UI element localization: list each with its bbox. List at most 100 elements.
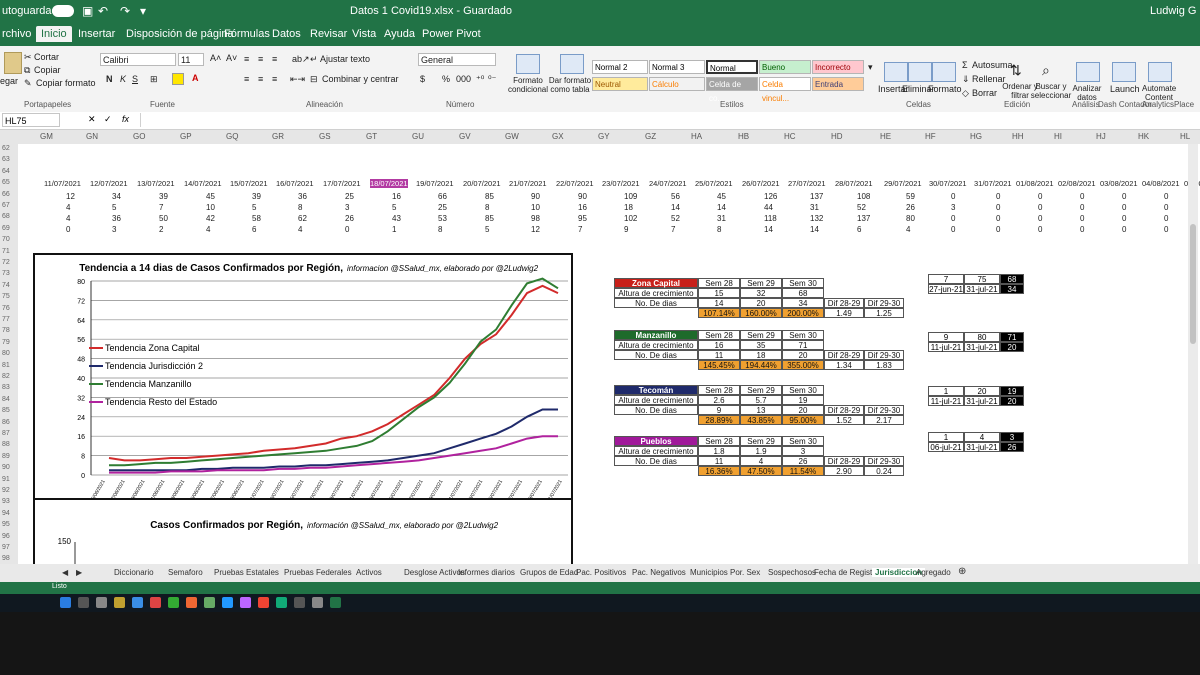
data-cell[interactable]: 0 (996, 225, 1000, 234)
data-cell[interactable]: 45 (206, 192, 215, 201)
days-label[interactable]: No. De dias (614, 456, 698, 466)
days-label[interactable]: No. De dias (614, 350, 698, 360)
column-header[interactable]: GR (272, 132, 284, 141)
data-cell[interactable]: 52 (671, 214, 680, 223)
date-cell[interactable]: 29/07/2021 (884, 179, 922, 188)
data-cell[interactable]: 5 (485, 225, 489, 234)
data-cell[interactable]: 14 (671, 203, 680, 212)
data-cell[interactable]: 43 (392, 214, 401, 223)
sheet-tab[interactable]: Fecha de Registro (814, 568, 879, 577)
data-cell[interactable]: 0 (951, 225, 955, 234)
pct-value[interactable]: 47.50% (740, 466, 782, 476)
decrease-decimal-icon[interactable]: ⁰⁻ (488, 74, 496, 85)
growth-value[interactable]: 32 (740, 288, 782, 298)
dif-value[interactable]: 2.90 (824, 466, 864, 476)
region-name[interactable]: Pueblos (614, 436, 698, 446)
row-header[interactable]: 78 (2, 327, 10, 334)
region-name[interactable]: Manzanillo (614, 330, 698, 340)
data-cell[interactable]: 7 (159, 203, 163, 212)
data-cell[interactable]: 90 (531, 192, 540, 201)
fill-color-icon[interactable] (172, 73, 184, 85)
date-cell[interactable]: 14/07/2021 (184, 179, 222, 188)
growth-value[interactable]: 68 (782, 288, 824, 298)
column-header[interactable]: HH (1012, 132, 1024, 141)
row-header[interactable]: 82 (2, 373, 10, 380)
data-cell[interactable]: 98 (531, 214, 540, 223)
row-header[interactable]: 91 (2, 476, 10, 483)
conditional-format-icon[interactable] (516, 54, 540, 74)
taskbar-app-icon[interactable] (60, 597, 71, 608)
save-icon[interactable]: ▣ (82, 4, 93, 18)
week-header[interactable]: Sem 30 (782, 436, 824, 446)
taskbar-app-icon[interactable] (258, 597, 269, 608)
row-header[interactable]: 70 (2, 236, 10, 243)
data-cell[interactable]: 2 (159, 225, 163, 234)
align-top-icon[interactable]: ≡ (244, 54, 249, 64)
column-header[interactable]: GO (133, 132, 145, 141)
column-header[interactable]: GU (412, 132, 424, 141)
data-cell[interactable]: 14 (717, 203, 726, 212)
data-cell[interactable]: 6 (857, 225, 861, 234)
autosum-button[interactable]: Autosuma (972, 60, 1013, 70)
data-cell[interactable]: 137 (857, 214, 870, 223)
data-cell[interactable]: 42 (206, 214, 215, 223)
data-cell[interactable]: 39 (252, 192, 261, 201)
data-cell[interactable]: 36 (112, 214, 121, 223)
style-calculo[interactable]: Cálculo (649, 77, 705, 91)
data-cell[interactable]: 18 (624, 203, 633, 212)
row-header[interactable]: 92 (2, 487, 10, 494)
row-header[interactable]: 88 (2, 441, 10, 448)
data-cell[interactable]: 10 (206, 203, 215, 212)
data-cell[interactable]: 12 (531, 225, 540, 234)
region-name[interactable]: Tecomán (614, 385, 698, 395)
days-value[interactable]: 18 (740, 350, 782, 360)
date-cell[interactable]: 28/07/2021 (835, 179, 873, 188)
week-header[interactable]: Sem 30 (782, 385, 824, 395)
conditional-format-button[interactable]: Formato condicional (506, 76, 550, 94)
date-cell[interactable]: 24/07/2021 (649, 179, 687, 188)
data-cell[interactable]: 0 (1122, 225, 1126, 234)
data-cell[interactable]: 5 (252, 203, 256, 212)
add-sheet-icon[interactable]: ⊕ (958, 566, 966, 577)
taskbar-app-icon[interactable] (204, 597, 215, 608)
date-cell[interactable]: 16/07/2021 (276, 179, 314, 188)
data-cell[interactable]: 3 (112, 225, 116, 234)
autosave-toggle[interactable] (52, 5, 74, 17)
data-cell[interactable]: 0 (951, 214, 955, 223)
dif-value[interactable]: 1.25 (864, 308, 904, 318)
sort-filter-icon[interactable]: ⇅ (1010, 62, 1022, 79)
side-bottom-cell[interactable]: 06-jul-21 (928, 442, 964, 452)
growth-value[interactable]: 35 (740, 340, 782, 350)
percent-button[interactable]: % (442, 74, 450, 84)
data-cell[interactable]: 85 (485, 192, 494, 201)
column-header[interactable]: HF (925, 132, 936, 141)
data-cell[interactable]: 108 (857, 192, 870, 201)
date-cell[interactable]: 18/07/2021 (370, 179, 408, 188)
data-cell[interactable]: 26 (345, 214, 354, 223)
taskbar-app-icon[interactable] (186, 597, 197, 608)
week-header[interactable]: Sem 28 (698, 278, 740, 288)
vertical-scrollbar[interactable] (1188, 144, 1198, 564)
data-cell[interactable]: 26 (906, 203, 915, 212)
data-cell[interactable]: 10 (531, 203, 540, 212)
row-header[interactable]: 94 (2, 510, 10, 517)
row-header[interactable]: 76 (2, 305, 10, 312)
grow-font-icon[interactable]: A˄ (210, 53, 221, 63)
data-cell[interactable]: 45 (717, 192, 726, 201)
next-sheet-icon[interactable]: ▶ (76, 568, 82, 577)
style-celda-control[interactable]: Celda de co... (706, 77, 758, 103)
sheet-tab[interactable]: Informes diarios (458, 568, 515, 577)
side-bottom-cell[interactable]: 11-jul-21 (928, 342, 964, 352)
clear-button[interactable]: Borrar (972, 88, 997, 98)
data-cell[interactable]: 9 (624, 225, 628, 234)
data-cell[interactable]: 0 (1080, 225, 1084, 234)
format-table-icon[interactable] (560, 54, 584, 74)
style-entrada[interactable]: Entrada (812, 77, 864, 91)
data-cell[interactable]: 102 (624, 214, 637, 223)
data-cell[interactable]: 12 (66, 192, 75, 201)
sheet-tab[interactable]: Desglose Activos (404, 568, 465, 577)
undo-icon[interactable]: ↶ (98, 4, 108, 18)
autosum-icon[interactable]: Σ (962, 60, 968, 70)
side-top-cell[interactable]: 1 (928, 432, 964, 442)
side-top-cell[interactable]: 75 (964, 274, 1000, 284)
